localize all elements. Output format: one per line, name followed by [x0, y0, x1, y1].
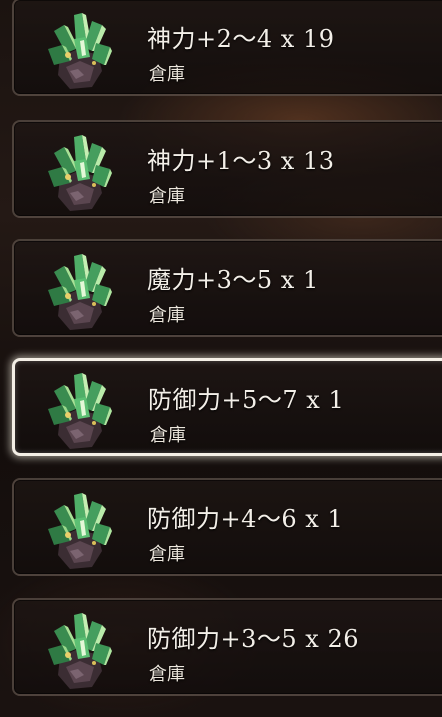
material-location: 倉庫 [150, 425, 186, 446]
material-location: 倉庫 [149, 664, 185, 685]
material-location: 倉庫 [149, 186, 185, 207]
material-name: 魔力+3〜5 x 1 [147, 266, 319, 294]
material-slot[interactable]: 神力+1〜3 x 13 倉庫 [12, 120, 442, 218]
green-crystal-ore-icon [40, 9, 116, 91]
material-name: 防御力+5〜7 x 1 [148, 386, 345, 414]
material-slot-selected[interactable]: 防御力+5〜7 x 1 倉庫 [12, 358, 442, 456]
green-crystal-ore-icon [40, 131, 116, 213]
material-location: 倉庫 [149, 64, 185, 85]
material-slot[interactable]: 防御力+3〜5 x 26 倉庫 [12, 598, 442, 696]
material-location: 倉庫 [149, 305, 185, 326]
material-name: 神力+2〜4 x 19 [147, 25, 335, 53]
material-slot[interactable]: 魔力+3〜5 x 1 倉庫 [12, 239, 442, 337]
material-name: 神力+1〜3 x 13 [147, 147, 335, 175]
material-location: 倉庫 [149, 544, 185, 565]
material-list: 神力+2〜4 x 19 倉庫 神力+1〜3 x 13 倉庫 魔力+3〜5 x 1… [0, 0, 442, 717]
green-crystal-ore-icon [40, 609, 116, 691]
material-name: 防御力+3〜5 x 26 [147, 625, 359, 653]
green-crystal-ore-icon [40, 250, 116, 332]
material-name: 防御力+4〜6 x 1 [147, 505, 344, 533]
material-slot[interactable]: 防御力+4〜6 x 1 倉庫 [12, 478, 442, 576]
green-crystal-ore-icon [40, 369, 116, 451]
material-slot[interactable]: 神力+2〜4 x 19 倉庫 [12, 0, 442, 96]
green-crystal-ore-icon [40, 489, 116, 571]
